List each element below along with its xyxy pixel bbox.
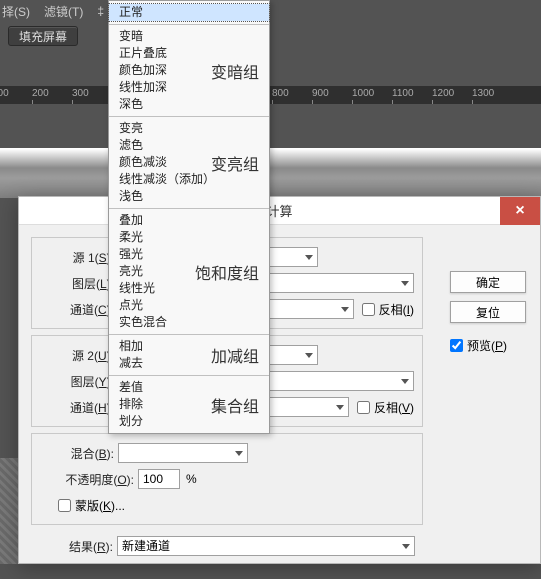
opacity-label: 不透明度(O): <box>40 471 138 488</box>
layer-l-label: 图层(L): <box>40 275 118 292</box>
group-label: 变暗组 <box>211 59 259 83</box>
ruler-tick: 1300 <box>472 88 494 99</box>
menu-filter[interactable]: 滤镜(T) <box>44 3 83 20</box>
blend-option[interactable]: 柔光 <box>109 229 269 246</box>
channel-c-label: 通道(C): <box>40 301 118 318</box>
ruler-tick: 100 <box>0 88 9 99</box>
source1-label: 源 1(S): <box>40 249 118 266</box>
menu-select[interactable]: 择(S) <box>2 3 30 20</box>
ruler-tick: 1100 <box>392 88 414 99</box>
group-label: 饱和度组 <box>195 260 259 284</box>
lighten-group: 变亮 滤色 颜色减淡 线性减淡（添加） 浅色 变亮组 <box>109 117 269 209</box>
ps-menubar[interactable]: 择(S) 滤镜(T) ‡ <box>0 0 541 22</box>
ruler-tick: 200 <box>32 88 49 99</box>
layer-y-label: 图层(Y): <box>40 373 118 390</box>
ruler-tick: 1000 <box>352 88 374 99</box>
blend-option[interactable]: 变暗 <box>109 28 269 45</box>
blend-mode-popup[interactable]: 正常 变暗 正片叠底 颜色加深 线性加深 深色 变暗组 变亮 滤色 颜色减淡 线… <box>108 0 270 434</box>
math-group: 相加 减去 加减组 <box>109 335 269 376</box>
blend-option[interactable]: 实色混合 <box>109 314 269 331</box>
result-label: 结果(R): <box>39 538 117 555</box>
blend-option[interactable]: 深色 <box>109 96 269 113</box>
result-select[interactable]: 新建通道 <box>117 536 415 556</box>
ruler-tick: 300 <box>72 88 89 99</box>
ok-button[interactable]: 确定 <box>450 271 526 293</box>
group-label: 加减组 <box>211 343 259 367</box>
percent-label: % <box>186 472 197 486</box>
blend-option[interactable]: 变亮 <box>109 120 269 137</box>
canvas-preview <box>0 148 541 198</box>
mask-checkbox[interactable]: 蒙版(K)... <box>58 497 125 514</box>
dialog-title: 计算 <box>266 201 292 220</box>
blend-option[interactable]: 点光 <box>109 297 269 314</box>
opacity-input[interactable] <box>138 469 180 489</box>
blend-select[interactable] <box>118 443 248 463</box>
blend-option[interactable]: 浅色 <box>109 188 269 205</box>
ruler-tick: 1200 <box>432 88 454 99</box>
preview-checkbox[interactable]: 预览(P) <box>450 337 526 354</box>
result-group: 结果(R): 新建通道 <box>31 531 423 561</box>
canvas-strip <box>0 458 18 564</box>
blend-option[interactable]: 正常 <box>109 4 269 21</box>
diff-group: 差值 排除 划分 集合组 <box>109 376 269 433</box>
horizontal-ruler: 1002003004005006007008009001000110012001… <box>0 86 541 104</box>
ruler-tick: 800 <box>272 88 289 99</box>
ruler-tick: 900 <box>312 88 329 99</box>
menu-extra[interactable]: ‡ <box>97 4 104 18</box>
dialog-titlebar[interactable]: 计算 × <box>19 197 540 225</box>
invert-v-checkbox[interactable]: 反相(V) <box>357 399 414 416</box>
group-label: 集合组 <box>211 393 259 417</box>
source2-label: 源 2(U): <box>40 347 118 364</box>
darken-group: 变暗 正片叠底 颜色加深 线性加深 深色 变暗组 <box>109 25 269 117</box>
fill-screen-button[interactable]: 填充屏幕 <box>8 26 78 46</box>
group-label: 变亮组 <box>211 151 259 175</box>
blend-label: 混合(B): <box>40 445 118 462</box>
blend-option[interactable]: 叠加 <box>109 212 269 229</box>
reset-button[interactable]: 复位 <box>450 301 526 323</box>
channel-h-label: 通道(H): <box>40 399 118 416</box>
calculations-dialog: 计算 × 源 1(S): 图层(L): 通道(C): 反相(I) <box>18 196 541 564</box>
sat-group: 叠加 柔光 强光 亮光 线性光 点光 实色混合 饱和度组 <box>109 209 269 335</box>
close-icon[interactable]: × <box>500 197 540 225</box>
invert-i-checkbox[interactable]: 反相(I) <box>362 301 414 318</box>
blend-group: 混合(B): 不透明度(O): % 蒙版(K)... <box>31 433 423 525</box>
